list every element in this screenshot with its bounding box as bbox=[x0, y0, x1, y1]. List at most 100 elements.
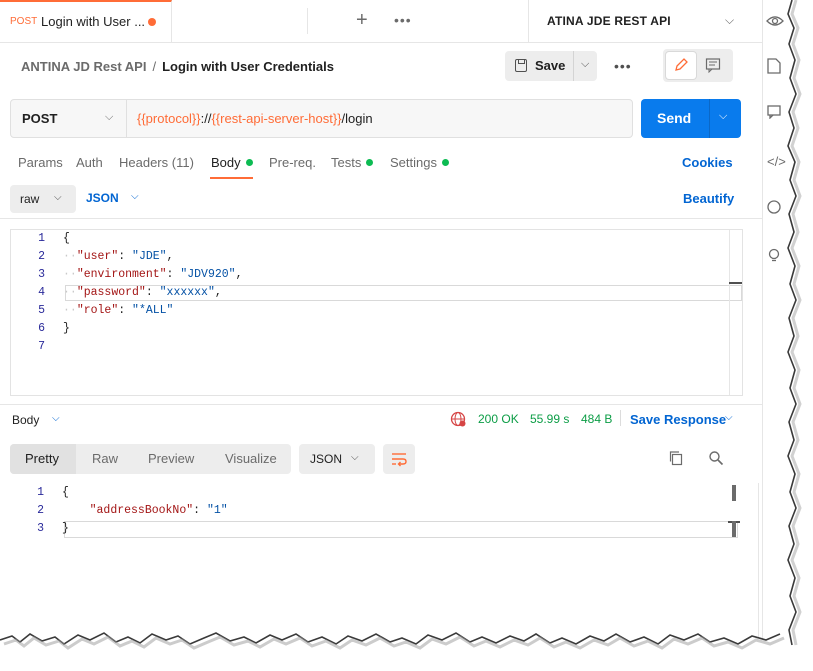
save-button[interactable]: Save bbox=[505, 51, 574, 81]
search-icon[interactable] bbox=[708, 450, 724, 466]
comment-icon[interactable] bbox=[767, 105, 781, 119]
breadcrumb: ANTINA JD Rest API / Login with User Crede… bbox=[21, 59, 334, 74]
code-line[interactable]: "addressBookNo": "1" bbox=[62, 504, 228, 517]
info-icon[interactable] bbox=[767, 200, 781, 214]
breadcrumb-collection[interactable]: ANTINA JD Rest API bbox=[21, 59, 146, 74]
tab-headers-11[interactable]: Headers (11) bbox=[119, 155, 194, 170]
editor-scroll-track[interactable] bbox=[729, 230, 730, 395]
tab-body[interactable]: Body bbox=[211, 155, 253, 170]
tab-method: POST bbox=[10, 16, 38, 27]
unsaved-dot-icon[interactable] bbox=[148, 18, 156, 26]
chevron-down-icon: ⌵ bbox=[725, 13, 735, 27]
code-line[interactable]: { bbox=[63, 232, 70, 245]
wrap-lines-icon bbox=[392, 453, 407, 467]
code-line[interactable]: ··"role": "*ALL" bbox=[63, 304, 173, 317]
tab-params[interactable]: Params bbox=[18, 155, 63, 170]
chevron-down-icon: ⌵ bbox=[54, 192, 62, 203]
status-dot-icon bbox=[245, 159, 253, 166]
code-line[interactable]: } bbox=[62, 522, 69, 535]
line-number: 2 bbox=[37, 504, 44, 517]
copy-icon[interactable] bbox=[668, 450, 684, 466]
tab-label: Params bbox=[18, 155, 63, 170]
line-number: 3 bbox=[38, 268, 45, 281]
view-tab-visualize[interactable]: Visualize bbox=[225, 451, 277, 466]
save-response-button[interactable]: Save Response bbox=[630, 412, 726, 427]
divider bbox=[0, 404, 762, 405]
code-icon[interactable]: </> bbox=[767, 153, 786, 171]
line-number: 4 bbox=[38, 286, 45, 299]
send-button[interactable]: Send bbox=[657, 110, 691, 126]
method-selector[interactable]: POST ⌵ bbox=[11, 100, 127, 137]
pencil-icon bbox=[675, 58, 688, 71]
chevron-down-icon[interactable]: ⌵ bbox=[725, 412, 733, 423]
url-part-protocol-var: {{protocol}} bbox=[137, 111, 201, 126]
request-body-editor[interactable]: 1 {2 ··"user": "JDE", 3 ··"environment": "JD… bbox=[10, 229, 743, 396]
code-line[interactable]: { bbox=[62, 486, 69, 499]
url-input[interactable]: {{protocol}}://{{rest-api-server-host}}/… bbox=[137, 111, 373, 126]
view-tab-raw[interactable]: Raw bbox=[92, 451, 118, 466]
code-line[interactable]: } bbox=[63, 322, 70, 335]
line-number: 3 bbox=[37, 522, 44, 535]
chevron-down-icon[interactable]: ⌵ bbox=[52, 413, 60, 424]
response-time[interactable]: 55.99 s bbox=[530, 412, 569, 426]
viewer-scroll-thumb[interactable] bbox=[732, 521, 736, 537]
response-format-select[interactable]: JSON ⌵ bbox=[299, 444, 375, 474]
lightbulb-icon[interactable] bbox=[767, 248, 781, 262]
line-number: 6 bbox=[38, 322, 45, 335]
tab-pre-req[interactable]: Pre-req. bbox=[269, 155, 316, 170]
postman-app: POST Login with User ... + ••• ATINA JDE… bbox=[0, 0, 763, 640]
ellipsis-icon[interactable]: ••• bbox=[394, 12, 412, 28]
chevron-down-icon[interactable]: ⌵ bbox=[131, 191, 139, 202]
save-button-group: Save ⌵ bbox=[505, 51, 597, 81]
send-button-group: Send ⌵ bbox=[641, 99, 741, 138]
plus-icon[interactable]: + bbox=[356, 10, 368, 30]
tab-settings[interactable]: Settings bbox=[390, 155, 449, 170]
save-options-chevron-icon[interactable]: ⌵ bbox=[581, 58, 589, 71]
tab-divider bbox=[307, 8, 334, 34]
request-tab[interactable]: POST Login with User ... bbox=[0, 0, 172, 42]
view-mode-toggle bbox=[663, 49, 733, 82]
document-icon[interactable] bbox=[767, 58, 781, 74]
documentation-icon[interactable] bbox=[705, 57, 721, 73]
tab-label: Headers (11) bbox=[119, 155, 194, 170]
wrap-lines-button[interactable] bbox=[383, 444, 415, 474]
torn-edge-right bbox=[787, 0, 802, 646]
body-language-select[interactable]: JSON bbox=[86, 191, 119, 205]
cookies-link[interactable]: Cookies bbox=[682, 155, 733, 170]
code-line[interactable]: ··"password": "xxxxxx", bbox=[63, 286, 222, 299]
body-mode-select[interactable]: raw ⌵ bbox=[10, 185, 76, 213]
response-format-label: JSON bbox=[310, 452, 343, 466]
view-tab-preview[interactable]: Preview bbox=[148, 451, 194, 466]
tab-auth[interactable]: Auth bbox=[76, 155, 103, 170]
torn-edge-bottom bbox=[0, 632, 813, 671]
active-tab-underline bbox=[210, 177, 253, 179]
viewer-scroll-track bbox=[758, 483, 759, 640]
response-size[interactable]: 484 B bbox=[581, 412, 612, 426]
globe-icon[interactable] bbox=[450, 411, 466, 427]
send-divider bbox=[709, 99, 710, 138]
more-actions-icon[interactable]: ••• bbox=[614, 58, 632, 74]
response-status[interactable]: 200 OK bbox=[478, 412, 519, 426]
response-body-viewer[interactable]: 1 {2 "addressBookNo": "1" 3} bbox=[10, 483, 759, 640]
tab-label: Tests bbox=[331, 155, 362, 170]
body-mode-label: raw bbox=[20, 192, 40, 206]
line-number: 1 bbox=[38, 232, 45, 245]
divider bbox=[0, 218, 762, 219]
response-section-label[interactable]: Body bbox=[12, 413, 39, 427]
tab-tests[interactable]: Tests bbox=[331, 155, 374, 170]
current-line-highlight bbox=[64, 521, 738, 538]
send-options-chevron-icon[interactable]: ⌵ bbox=[719, 110, 727, 123]
tab-bar: POST Login with User ... + ••• ATINA JDE… bbox=[0, 0, 762, 43]
beautify-link[interactable]: Beautify bbox=[683, 191, 734, 206]
eye-icon[interactable] bbox=[766, 14, 784, 28]
code-line[interactable]: ··"user": "JDE", bbox=[63, 250, 173, 263]
breadcrumb-request[interactable]: Login with User Credentials bbox=[162, 59, 334, 74]
url-bar: POST ⌵ {{protocol}}://{{rest-api-server-… bbox=[10, 99, 633, 138]
code-line[interactable]: ··"environment": "JDV920", bbox=[63, 268, 242, 281]
line-number: 1 bbox=[37, 486, 44, 499]
response-view-tabs: Pretty Raw Preview Visualize bbox=[10, 444, 291, 474]
view-tab-pretty[interactable]: Pretty bbox=[25, 451, 59, 466]
environment-selector[interactable]: ATINA JDE REST API ⌵ bbox=[528, 0, 762, 42]
viewer-scroll-thumb[interactable] bbox=[732, 485, 736, 501]
edit-mode-button[interactable] bbox=[666, 52, 696, 79]
